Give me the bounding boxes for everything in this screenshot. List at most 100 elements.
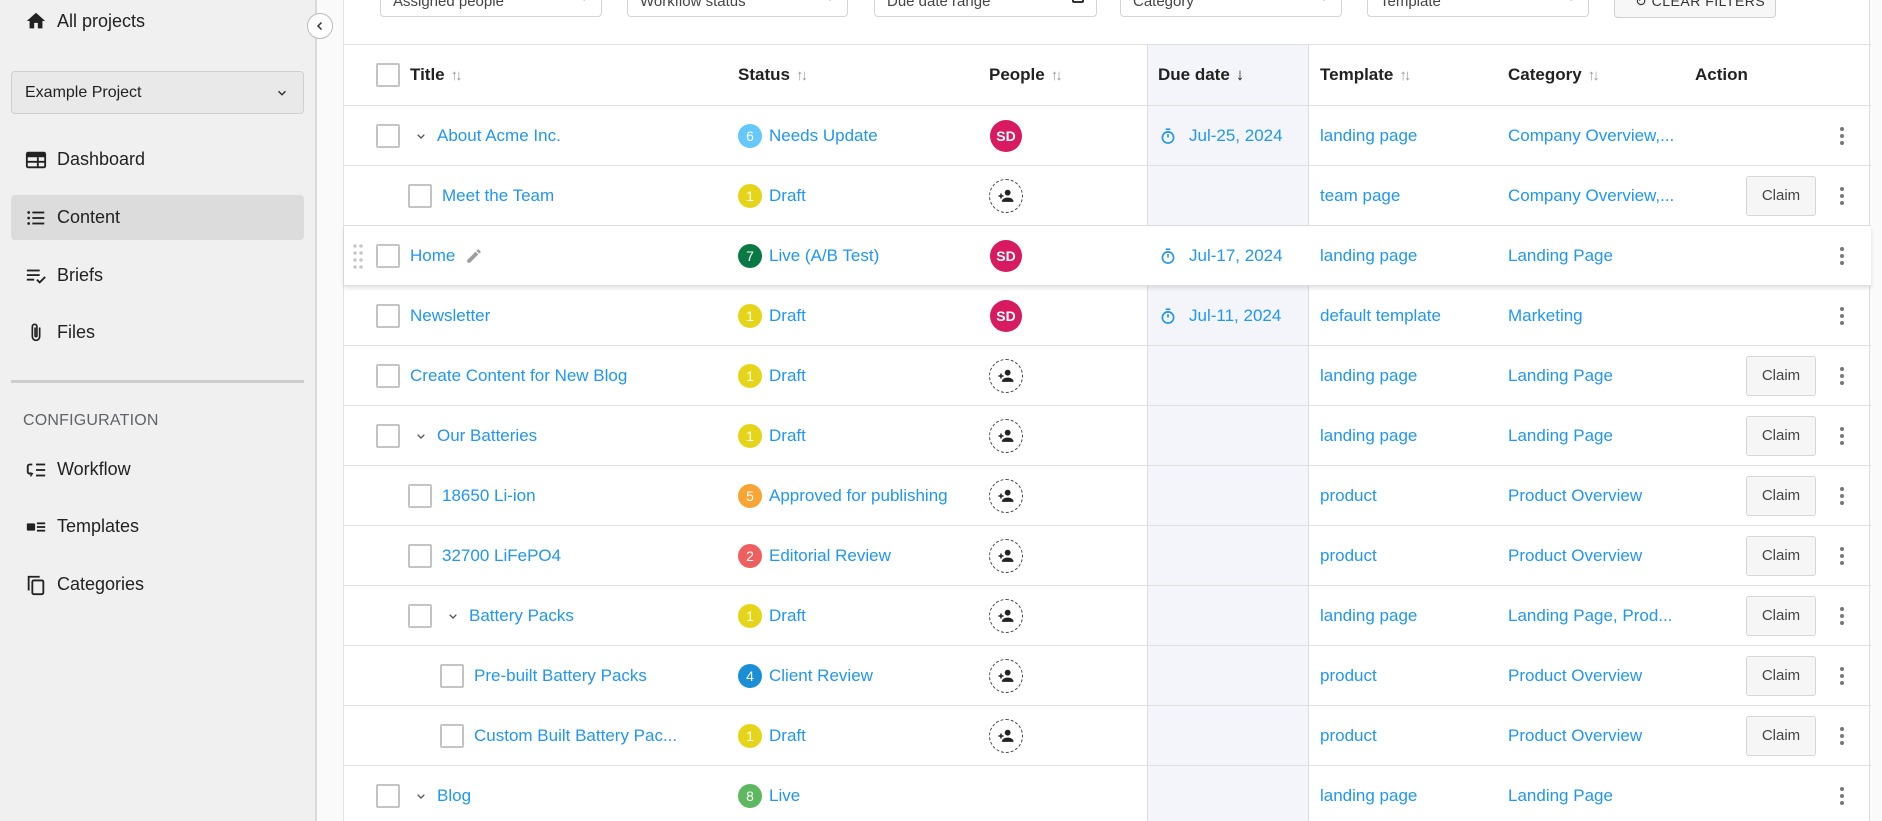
content-title-link[interactable]: Create Content for New Blog xyxy=(410,366,627,386)
status-cell[interactable]: 1 Draft xyxy=(738,166,806,225)
sidebar-item-templates[interactable]: Templates xyxy=(11,504,304,549)
status-header[interactable]: Status ↑↓ xyxy=(738,45,808,105)
avatar[interactable]: SD xyxy=(990,299,1022,332)
category-link[interactable]: Company Overview,... xyxy=(1508,126,1674,146)
claim-button[interactable]: Claim xyxy=(1746,595,1816,636)
row-checkbox[interactable] xyxy=(408,483,432,508)
row-checkbox[interactable] xyxy=(440,723,464,748)
more-options-icon[interactable] xyxy=(1839,126,1845,146)
project-select[interactable]: Example Project xyxy=(11,71,304,114)
status-cell[interactable]: 4 Client Review xyxy=(738,646,873,705)
due-date-header[interactable]: Due date ↓ xyxy=(1158,45,1244,105)
row-checkbox[interactable] xyxy=(440,663,464,688)
category-link[interactable]: Landing Page xyxy=(1508,246,1613,266)
claim-button[interactable]: Claim xyxy=(1746,475,1816,516)
more-options-icon[interactable] xyxy=(1839,786,1845,806)
people-header[interactable]: People ↑↓ xyxy=(989,45,1063,105)
assign-person-button[interactable] xyxy=(989,598,1023,633)
all-projects-link[interactable]: All projects xyxy=(25,10,145,32)
content-title-link[interactable]: Blog xyxy=(437,786,471,806)
more-options-icon[interactable] xyxy=(1839,246,1845,266)
sidebar-item-categories[interactable]: Categories xyxy=(11,562,304,607)
claim-button[interactable]: Claim xyxy=(1746,415,1816,456)
category-link[interactable]: Landing Page xyxy=(1508,366,1613,386)
due-date-range-filter[interactable]: Due date range xyxy=(874,0,1097,17)
status-cell[interactable]: 5 Approved for publishing xyxy=(738,466,948,525)
more-options-icon[interactable] xyxy=(1839,426,1845,446)
due-date-cell[interactable]: Jul-17, 2024 xyxy=(1159,226,1283,285)
row-checkbox[interactable] xyxy=(408,603,432,628)
category-link[interactable]: Product Overview xyxy=(1508,726,1642,746)
table-row[interactable]: Custom Built Battery Pac... 1 Draft prod… xyxy=(344,706,1871,766)
sidebar-item-content[interactable]: Content xyxy=(11,195,304,240)
content-title-link[interactable]: Custom Built Battery Pac... xyxy=(474,726,677,746)
category-link[interactable]: Landing Page xyxy=(1508,426,1613,446)
collapse-sidebar-button[interactable] xyxy=(307,13,333,39)
status-cell[interactable]: 7 Live (A/B Test) xyxy=(738,226,879,285)
more-options-icon[interactable] xyxy=(1839,306,1845,326)
template-link[interactable]: landing page xyxy=(1320,606,1417,626)
status-cell[interactable]: 2 Editorial Review xyxy=(738,526,891,585)
content-title-link[interactable]: Battery Packs xyxy=(469,606,574,626)
select-all-checkbox[interactable] xyxy=(376,63,400,87)
category-link[interactable]: Landing Page, Prod... xyxy=(1508,606,1672,626)
template-link[interactable]: default template xyxy=(1320,306,1441,326)
status-cell[interactable]: 1 Draft xyxy=(738,286,806,345)
sidebar-item-briefs[interactable]: Briefs xyxy=(11,253,304,298)
table-row[interactable]: Pre-built Battery Packs 4 Client Review … xyxy=(344,646,1871,706)
claim-button[interactable]: Claim xyxy=(1746,715,1816,756)
template-header[interactable]: Template ↑↓ xyxy=(1320,45,1411,105)
template-link[interactable]: product xyxy=(1320,666,1377,686)
row-checkbox[interactable] xyxy=(376,123,400,148)
row-checkbox[interactable] xyxy=(376,303,400,328)
more-options-icon[interactable] xyxy=(1839,546,1845,566)
category-filter[interactable]: Category ▼ xyxy=(1120,0,1342,17)
row-checkbox[interactable] xyxy=(408,543,432,568)
template-link[interactable]: landing page xyxy=(1320,366,1417,386)
category-header[interactable]: Category ↑↓ xyxy=(1508,45,1600,105)
expand-chevron-icon[interactable] xyxy=(413,788,429,804)
status-cell[interactable]: 8 Live xyxy=(738,766,800,821)
claim-button[interactable]: Claim xyxy=(1746,175,1816,216)
more-options-icon[interactable] xyxy=(1839,366,1845,386)
status-cell[interactable]: 1 Draft xyxy=(738,406,806,465)
table-row[interactable]: Battery Packs 1 Draft landing page Landi… xyxy=(344,586,1871,646)
content-title-link[interactable]: Our Batteries xyxy=(437,426,537,446)
due-date-cell[interactable]: Jul-25, 2024 xyxy=(1159,106,1283,165)
sidebar-item-dashboard[interactable]: Dashboard xyxy=(11,137,304,182)
edit-pencil-icon[interactable] xyxy=(465,247,483,265)
sidebar-item-workflow[interactable]: Workflow xyxy=(11,447,304,492)
template-link[interactable]: landing page xyxy=(1320,126,1417,146)
workflow-status-filter[interactable]: Workflow status ▼ xyxy=(627,0,848,17)
category-link[interactable]: Landing Page xyxy=(1508,786,1613,806)
claim-button[interactable]: Claim xyxy=(1746,655,1816,696)
more-options-icon[interactable] xyxy=(1839,486,1845,506)
content-title-link[interactable]: Pre-built Battery Packs xyxy=(474,666,647,686)
table-row[interactable]: Create Content for New Blog 1 Draft land… xyxy=(344,346,1871,406)
template-link[interactable]: landing page xyxy=(1320,426,1417,446)
assign-person-button[interactable] xyxy=(989,358,1023,393)
content-title-link[interactable]: About Acme Inc. xyxy=(437,126,561,146)
content-title-link[interactable]: Meet the Team xyxy=(442,186,554,206)
sidebar-item-files[interactable]: Files xyxy=(11,310,304,355)
assign-person-button[interactable] xyxy=(989,658,1023,693)
assign-person-button[interactable] xyxy=(989,538,1023,573)
content-title-link[interactable]: 32700 LiFePO4 xyxy=(442,546,561,566)
expand-chevron-icon[interactable] xyxy=(413,428,429,444)
drag-handle-icon[interactable] xyxy=(352,243,364,269)
assign-person-button[interactable] xyxy=(989,718,1023,753)
expand-chevron-icon[interactable] xyxy=(413,128,429,144)
more-options-icon[interactable] xyxy=(1839,606,1845,626)
more-options-icon[interactable] xyxy=(1839,186,1845,206)
table-row[interactable]: 18650 Li-ion 5 Approved for publishing p… xyxy=(344,466,1871,526)
title-header[interactable]: Title ↑↓ xyxy=(410,45,463,105)
claim-button[interactable]: Claim xyxy=(1746,535,1816,576)
status-cell[interactable]: 1 Draft xyxy=(738,586,806,645)
template-link[interactable]: landing page xyxy=(1320,786,1417,806)
table-row[interactable]: Home 7 Live (A/B Test) SD Jul-17, 2024 l… xyxy=(344,226,1871,286)
template-link[interactable]: landing page xyxy=(1320,246,1417,266)
template-link[interactable]: product xyxy=(1320,546,1377,566)
expand-chevron-icon[interactable] xyxy=(445,608,461,624)
category-link[interactable]: Product Overview xyxy=(1508,546,1642,566)
template-filter[interactable]: Template ▼ xyxy=(1367,0,1589,17)
